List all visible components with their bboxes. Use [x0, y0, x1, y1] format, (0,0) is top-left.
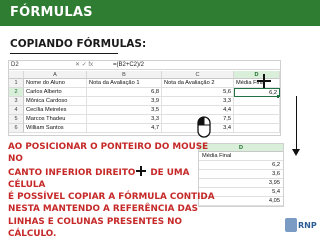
crosshair-plus-icon	[136, 165, 147, 176]
section-subtitle: COPIANDO FÓRMULAS:	[10, 38, 147, 50]
rnp-logo-mark-icon	[285, 218, 297, 232]
cell-d4[interactable]	[234, 106, 280, 115]
page-title: FÓRMULAS	[10, 5, 93, 20]
explanation-text: AO POSICIONAR O PONTEIRO DO MOUSE NO CAN…	[8, 141, 224, 240]
column-header-a[interactable]: A	[24, 71, 87, 79]
cell-d3[interactable]	[234, 97, 280, 106]
corner-header[interactable]	[9, 71, 24, 79]
explanation-part: AO POSICIONAR O	[8, 142, 101, 152]
cell-c2[interactable]: 5,6	[162, 88, 234, 97]
slide-header: FÓRMULAS	[0, 0, 320, 26]
explanation-part: LINHAS E COLUNAS PRESENTES NO CÁLCULO.	[8, 216, 183, 240]
cell-d2-selected[interactable]: 6,2	[234, 88, 280, 97]
rnp-logo-text: RNP	[298, 221, 317, 230]
column-header-b[interactable]: B	[87, 71, 162, 79]
drag-arrow-head-icon	[292, 149, 300, 156]
cell-b1[interactable]: Nota da Avaliação 1	[87, 79, 162, 88]
cell-b3[interactable]: 3,9	[87, 97, 162, 106]
subtitle-underline	[10, 53, 118, 54]
drag-arrow-line	[296, 96, 297, 151]
explanation-part: NESTA	[8, 204, 40, 215]
row-header-4[interactable]: 4	[9, 106, 24, 115]
formula-controls[interactable]: ✕ ✓ fx	[75, 61, 93, 70]
cell-d5[interactable]	[234, 115, 280, 124]
explanation-part: PONTEIRO DO MOUSE	[100, 142, 209, 152]
row-header-1[interactable]: 1	[9, 79, 24, 88]
row-header-6[interactable]: 6	[9, 124, 24, 133]
rnp-logo: RNP	[285, 214, 317, 236]
explanation-part: É POSSÍVEL	[8, 192, 69, 203]
cell-b4[interactable]: 3,5	[87, 106, 162, 115]
cell-a1[interactable]: Nome do Aluno	[24, 79, 87, 88]
cell-d6[interactable]	[234, 124, 280, 133]
explanation-part: COPIAR A FÓRMULA	[68, 192, 167, 203]
explanation-part: DAS	[177, 204, 198, 215]
crosshair-cursor-icon	[257, 74, 271, 88]
cell-c3[interactable]: 3,3	[162, 97, 234, 106]
explanation-part: NO	[8, 154, 23, 165]
row-header-2[interactable]: 2	[9, 88, 24, 97]
cell-a4[interactable]: Cecília Meireles	[24, 106, 87, 115]
cell-b2[interactable]: 6,8	[87, 88, 162, 97]
spreadsheet: D2 ✕ ✓ fx =(B2+C2)/2 A B C D 1 Nome do A…	[8, 60, 281, 136]
name-box[interactable]: D2	[11, 62, 51, 69]
explanation-part: MANTENDO A REFERÊNCIA	[39, 204, 178, 215]
row-header-3[interactable]: 3	[9, 97, 24, 106]
formula-input[interactable]: =(B2+C2)/2	[113, 61, 144, 70]
cell-a6[interactable]: William Santos	[24, 124, 87, 133]
cell-b6[interactable]: 4,7	[87, 124, 162, 133]
column-header-c[interactable]: C	[162, 71, 234, 79]
cell-b5[interactable]: 3,3	[87, 115, 162, 124]
cell-a5[interactable]: Marcos Thadeu	[24, 115, 87, 124]
explanation-part: CONTIDA	[166, 192, 215, 203]
explanation-part: CANTO INFERIOR DIREITO	[8, 167, 136, 178]
formula-bar: D2 ✕ ✓ fx =(B2+C2)/2	[9, 61, 280, 70]
cell-c1[interactable]: Nota da Avaliação 2	[162, 79, 234, 88]
cell-a2[interactable]: Carlos Alberto	[24, 88, 87, 97]
mouse-icon	[197, 116, 211, 138]
cell-c4[interactable]: 4,4	[162, 106, 234, 115]
cell-a3[interactable]: Mônica Cardoso	[24, 97, 87, 106]
row-header-5[interactable]: 5	[9, 115, 24, 124]
